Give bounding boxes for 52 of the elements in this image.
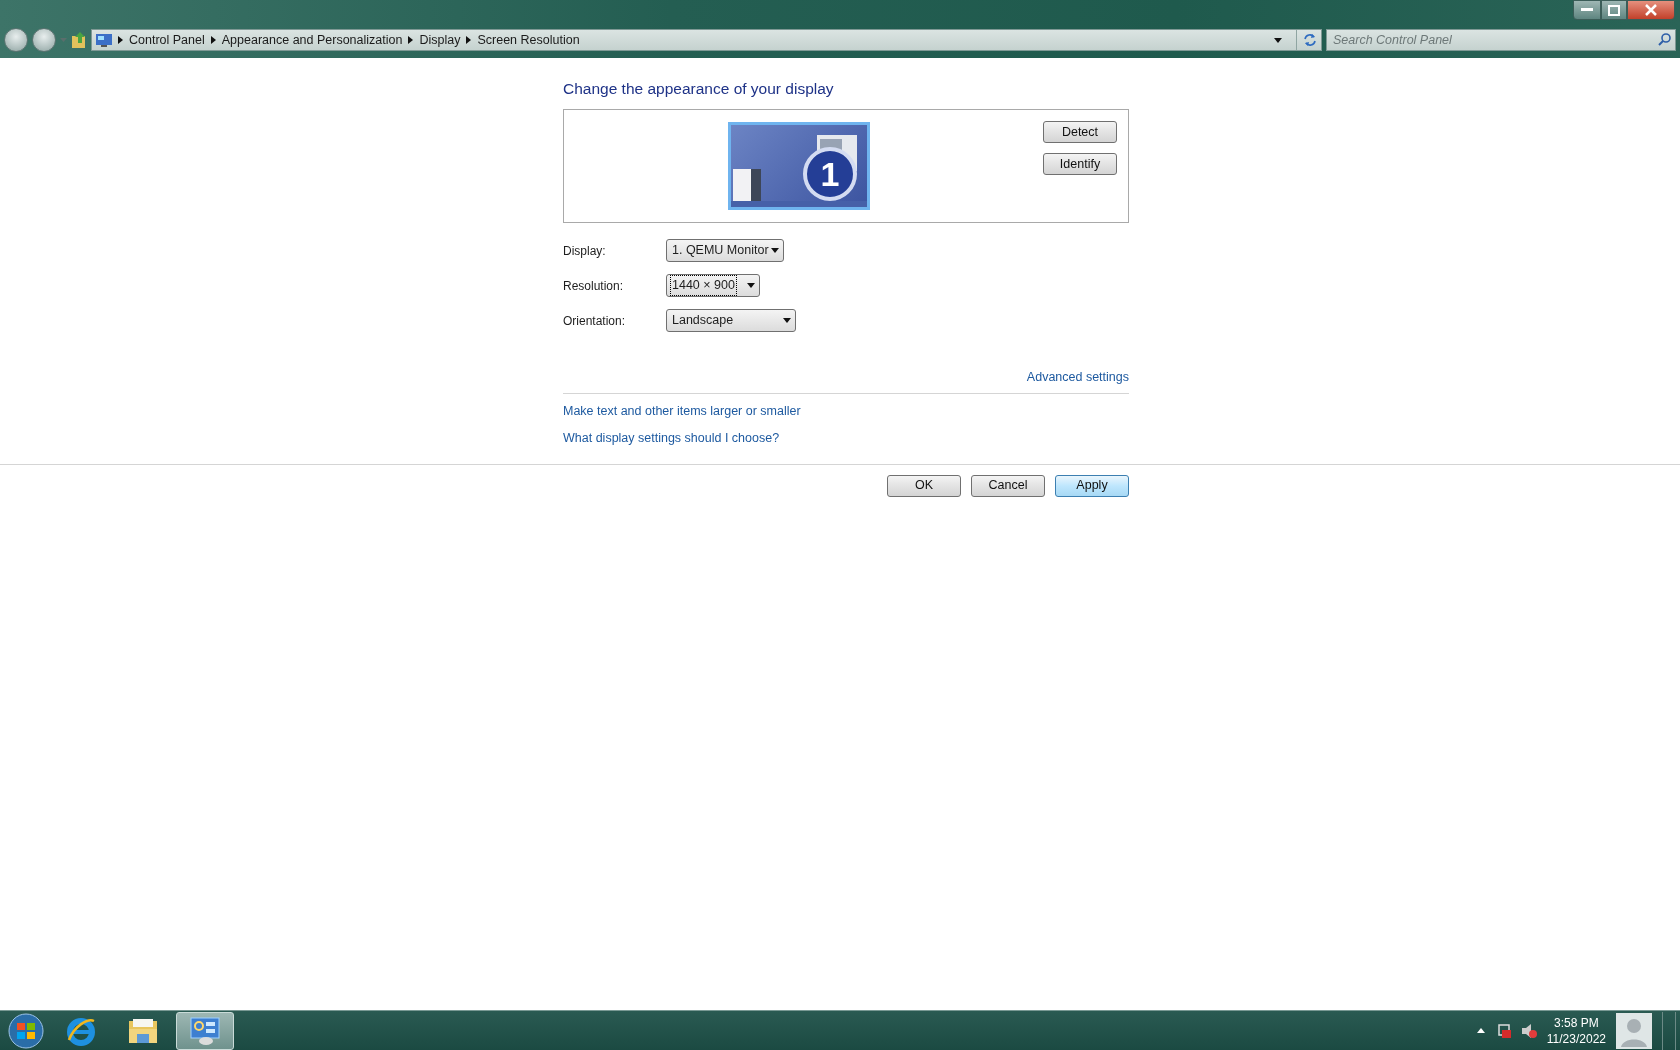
- dropdown[interactable]: Landscape: [666, 309, 796, 333]
- search-field[interactable]: Search Control Panel: [1326, 29, 1676, 51]
- breadcrumb-item[interactable]: Appearance and Personalization: [221, 30, 403, 50]
- back-button[interactable]: [4, 28, 28, 52]
- dropdown[interactable]: 1440 × 900: [666, 274, 760, 298]
- forward-button[interactable]: [32, 28, 56, 52]
- dialog-button[interactable]: Cancel: [971, 474, 1045, 497]
- clock-time[interactable]: 3:58 PM: [1546, 1014, 1606, 1031]
- minimize-button[interactable]: [1573, 0, 1601, 20]
- close-icon: [1644, 4, 1658, 16]
- folder-icon: [127, 1016, 159, 1045]
- help-link[interactable]: What display settings should I choose?: [563, 430, 780, 445]
- advanced-settings-link[interactable]: Advanced settings: [1026, 370, 1129, 385]
- field-label: Display:: [563, 242, 607, 260]
- maximize-icon: [1608, 4, 1620, 16]
- control-panel-icon: [96, 33, 112, 47]
- breadcrumb-item[interactable]: Control Panel: [129, 30, 205, 50]
- volume-muted-icon[interactable]: [1520, 1022, 1537, 1039]
- maximize-button[interactable]: [1601, 0, 1627, 20]
- close-button[interactable]: [1627, 0, 1675, 20]
- taskbar-button[interactable]: [176, 1011, 234, 1050]
- minimize-icon: [1581, 8, 1593, 12]
- folder-up-icon[interactable]: [71, 31, 87, 49]
- dropdown-arrow-icon[interactable]: [1274, 37, 1282, 43]
- chevron-icon[interactable]: [408, 36, 414, 44]
- user-avatar-icon[interactable]: [1616, 1012, 1652, 1049]
- breadcrumb-item[interactable]: Screen Resolution: [477, 30, 580, 50]
- browser-icon: [66, 1015, 96, 1046]
- breadcrumb-item[interactable]: Display: [419, 30, 461, 50]
- identify-button[interactable]: Identify: [1043, 153, 1117, 176]
- address-bar[interactable]: Control Panel Appearance and Personalization Display Screen Resolution: [91, 29, 1322, 51]
- page-heading: Change the appearance of your display: [563, 79, 835, 99]
- monitor-number: 1: [803, 147, 857, 202]
- dropdown-arrow-icon: [783, 318, 791, 324]
- refresh-icon[interactable]: [1303, 33, 1317, 47]
- chevron-icon[interactable]: [118, 36, 123, 44]
- clock-date[interactable]: 11/23/2022: [1546, 1030, 1606, 1047]
- dialog-button[interactable]: Apply: [1055, 474, 1129, 497]
- field-label: Resolution:: [563, 277, 625, 295]
- detect-button[interactable]: Detect: [1043, 121, 1117, 144]
- chevron-icon[interactable]: [210, 36, 216, 44]
- dialog-button[interactable]: OK: [887, 474, 961, 497]
- chevron-icon[interactable]: [466, 36, 472, 44]
- dropdown[interactable]: 1. QEMU Monitor: [666, 239, 784, 263]
- show-hidden-icons-button[interactable]: [1476, 1028, 1485, 1033]
- control-panel-icon: [189, 1015, 221, 1046]
- show-desktop-button[interactable]: [1662, 1011, 1676, 1050]
- dropdown-arrow-icon: [747, 283, 755, 289]
- field-label: Orientation:: [563, 312, 627, 330]
- dropdown-arrow-icon: [771, 248, 779, 254]
- search-icon[interactable]: [1658, 33, 1671, 46]
- help-link[interactable]: Make text and other items larger or smaller: [563, 404, 801, 418]
